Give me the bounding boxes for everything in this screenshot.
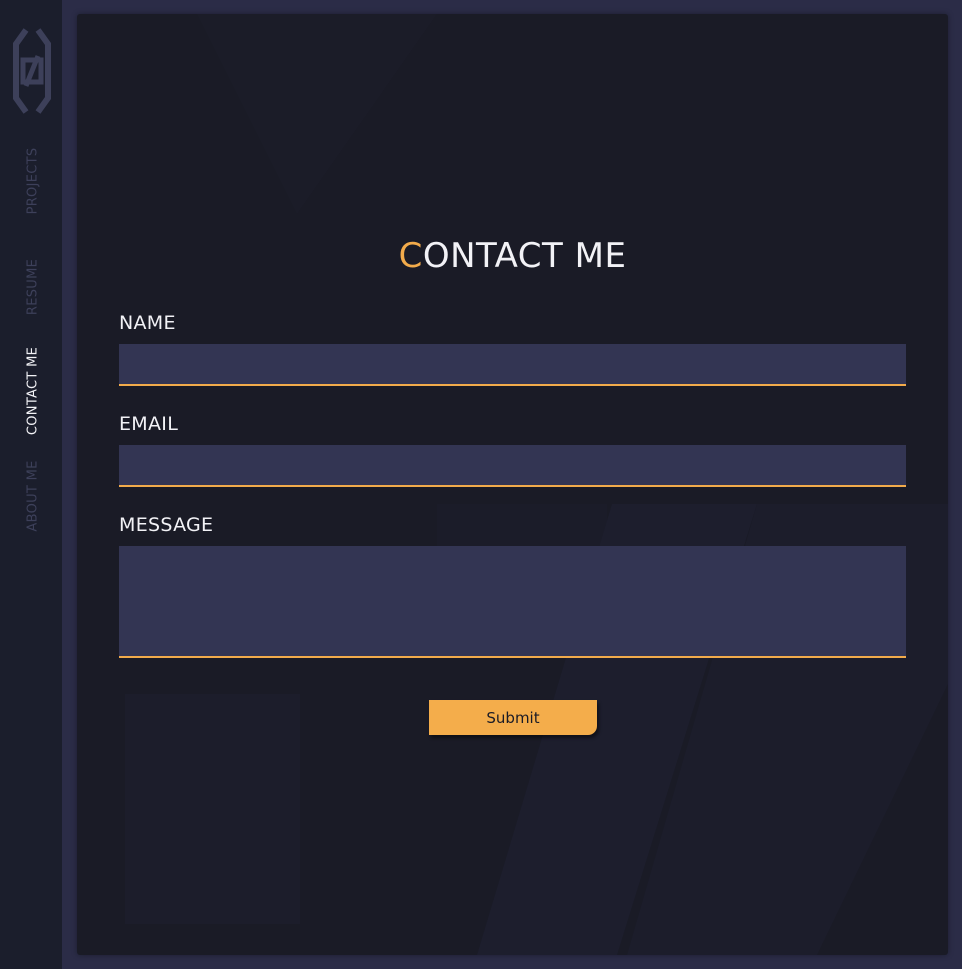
email-field[interactable] xyxy=(119,445,906,487)
message-label: MESSAGE xyxy=(119,514,214,536)
sidebar-item-about-me[interactable]: ABOUT ME xyxy=(26,460,41,531)
submit-button[interactable]: Submit xyxy=(429,700,597,735)
sidebar-nav: PROJECTS RESUME CONTACT ME ABOUT ME xyxy=(0,0,62,969)
page-title: CONTACT ME xyxy=(77,236,948,276)
title-accent-letter: C xyxy=(398,236,423,276)
message-field[interactable] xyxy=(119,546,906,658)
code-brackets-logo-icon[interactable] xyxy=(12,26,52,116)
title-rest: ONTACT ME xyxy=(422,236,627,276)
name-field[interactable] xyxy=(119,344,906,386)
name-label: NAME xyxy=(119,312,176,334)
contact-panel: CONTACT ME NAME EMAIL MESSAGE Submit xyxy=(77,14,948,955)
sidebar-item-projects[interactable]: PROJECTS xyxy=(26,148,41,215)
sidebar-item-resume[interactable]: RESUME xyxy=(26,259,41,315)
sidebar-item-contact-me[interactable]: CONTACT ME xyxy=(26,347,41,435)
email-label: EMAIL xyxy=(119,413,179,435)
